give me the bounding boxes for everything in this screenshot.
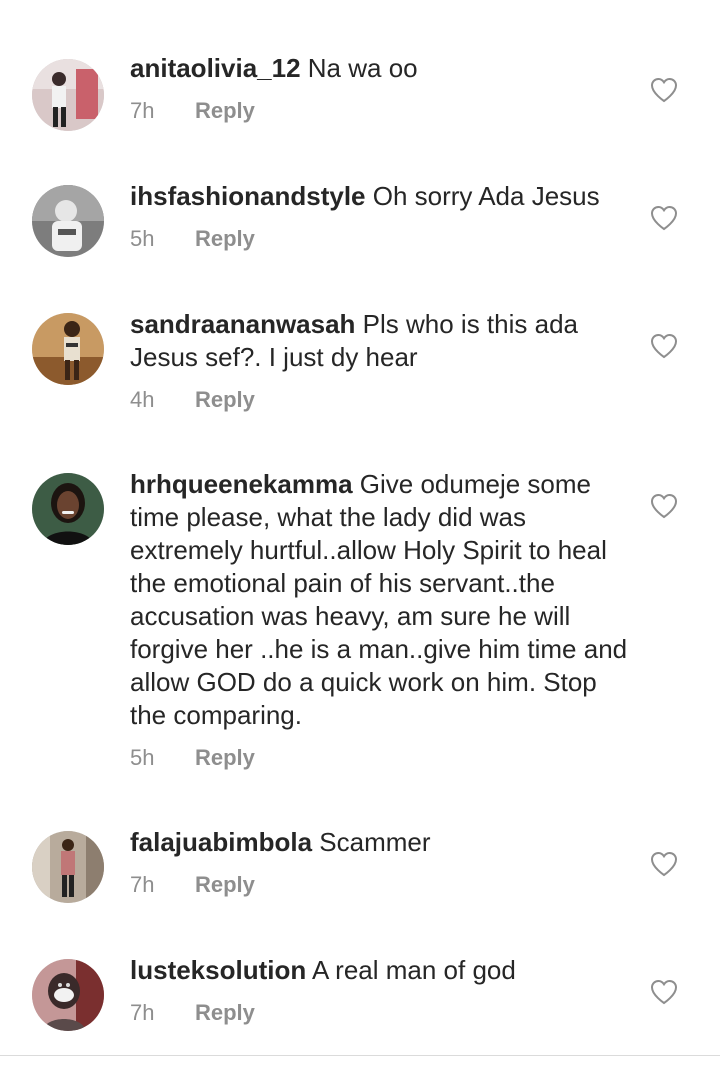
comment-meta: 5h Reply — [130, 225, 630, 253]
avatar-image — [32, 313, 104, 385]
avatar[interactable] — [32, 185, 104, 257]
comment-username[interactable]: hrhqueenekamma — [130, 469, 353, 499]
comment-username[interactable]: ihsfashionandstyle — [130, 181, 366, 211]
comment-time: 5h — [130, 226, 155, 251]
reply-button[interactable]: Reply — [195, 387, 255, 412]
reply-button[interactable]: Reply — [195, 872, 255, 897]
comment-meta: 5h Reply — [130, 744, 630, 772]
comment-meta: 4h Reply — [130, 386, 630, 414]
comment-body: hrhqueenekamma Give odumeje some time pl… — [130, 468, 630, 772]
avatar-image — [32, 59, 104, 131]
comment-body: sandraananwasah Pls who is this ada Jesu… — [130, 308, 630, 414]
avatar[interactable] — [32, 59, 104, 131]
comment-time: 7h — [130, 98, 155, 123]
comment-message: A real man of god — [312, 955, 516, 985]
comment-message: Scammer — [319, 827, 431, 857]
avatar-image — [32, 959, 104, 1031]
comment-text: anitaolivia_12 Na wa oo — [130, 52, 630, 85]
comment-body: lusteksolution A real man of god 7h Reply — [130, 954, 630, 1027]
avatar[interactable] — [32, 831, 104, 903]
heart-outline-icon[interactable] — [650, 493, 678, 519]
comment-meta: 7h Reply — [130, 871, 630, 899]
comment-message: Na wa oo — [307, 53, 418, 83]
reply-button[interactable]: Reply — [195, 226, 255, 251]
comment-message: Oh sorry Ada Jesus — [372, 181, 600, 211]
comment-username[interactable]: falajuabimbola — [130, 827, 312, 857]
heart-outline-icon[interactable] — [650, 979, 678, 1005]
avatar[interactable] — [32, 473, 104, 545]
comment-text: sandraananwasah Pls who is this ada Jesu… — [130, 308, 630, 374]
comment-body: ihsfashionandstyle Oh sorry Ada Jesus 5h… — [130, 180, 630, 253]
comment-time: 7h — [130, 1000, 155, 1025]
comment-username[interactable]: anitaolivia_12 — [130, 53, 301, 83]
comment-text: hrhqueenekamma Give odumeje some time pl… — [130, 468, 630, 732]
heart-outline-icon[interactable] — [650, 77, 678, 103]
list-divider — [0, 1055, 720, 1056]
comment-meta: 7h Reply — [130, 999, 630, 1027]
comment-text: lusteksolution A real man of god — [130, 954, 630, 987]
avatar[interactable] — [32, 959, 104, 1031]
comment-username[interactable]: lusteksolution — [130, 955, 306, 985]
reply-button[interactable]: Reply — [195, 745, 255, 770]
heart-outline-icon[interactable] — [650, 205, 678, 231]
comment-body: anitaolivia_12 Na wa oo 7h Reply — [130, 52, 630, 125]
comment-time: 4h — [130, 387, 155, 412]
avatar-image — [32, 185, 104, 257]
comment-time: 7h — [130, 872, 155, 897]
reply-button[interactable]: Reply — [195, 98, 255, 123]
reply-button[interactable]: Reply — [195, 1000, 255, 1025]
comment-time: 5h — [130, 745, 155, 770]
comment-meta: 7h Reply — [130, 97, 630, 125]
comment-text: falajuabimbola Scammer — [130, 826, 630, 859]
avatar-image — [32, 473, 104, 545]
comment-body: falajuabimbola Scammer 7h Reply — [130, 826, 630, 899]
comment-username[interactable]: sandraananwasah — [130, 309, 355, 339]
heart-outline-icon[interactable] — [650, 333, 678, 359]
comment-text: ihsfashionandstyle Oh sorry Ada Jesus — [130, 180, 630, 213]
heart-outline-icon[interactable] — [650, 851, 678, 877]
avatar-image — [32, 831, 104, 903]
comment-message: Give odumeje some time please, what the … — [130, 469, 628, 730]
avatar[interactable] — [32, 313, 104, 385]
